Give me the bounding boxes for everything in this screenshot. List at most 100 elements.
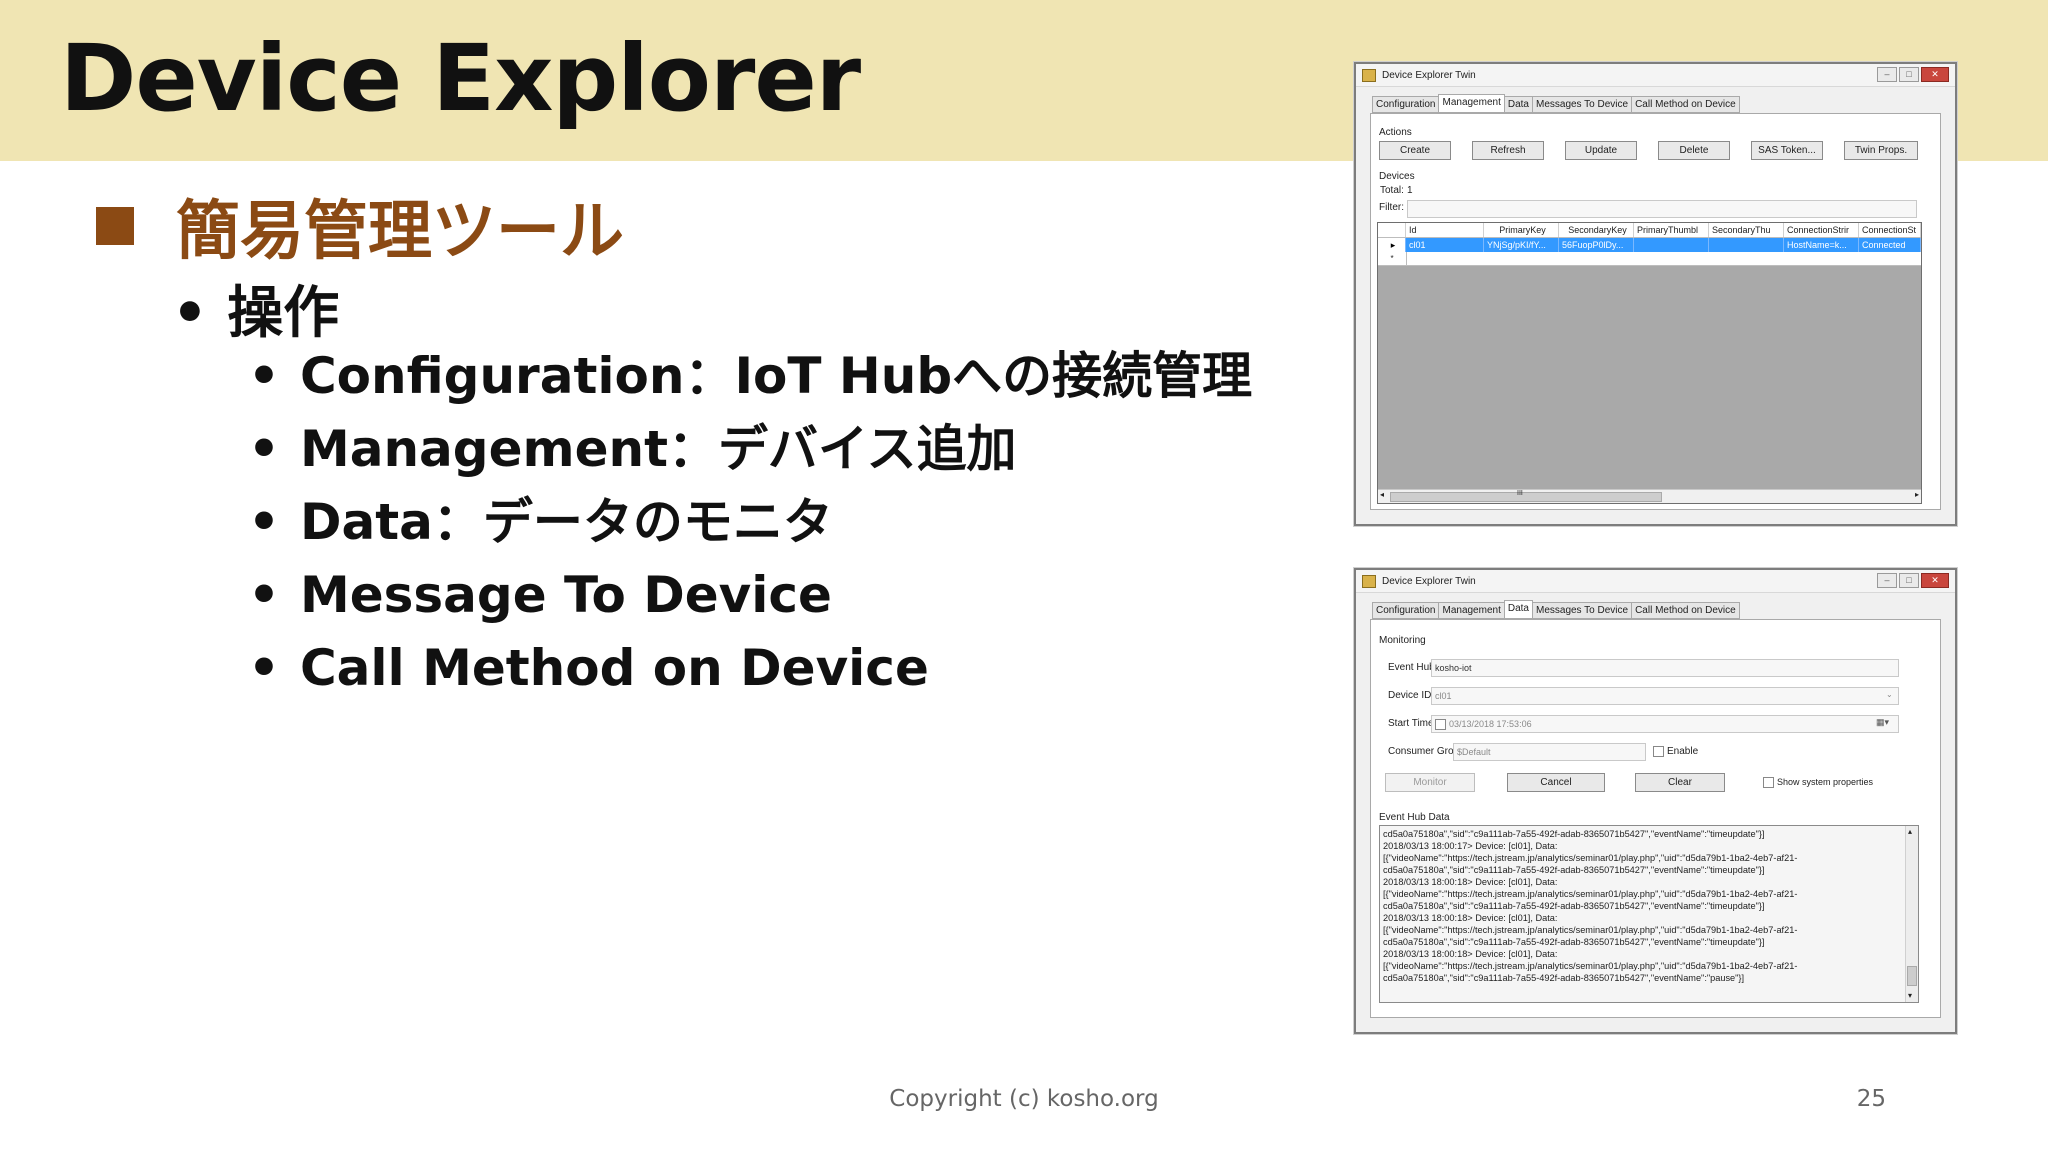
tab-strip: Configuration Management Data Messages T… (1372, 600, 1740, 619)
cell-primarykey[interactable]: YNjSg/pKI/fY... (1484, 238, 1559, 252)
log-line: 2018/03/13 18:00:18> Device: [cl01], Dat… (1383, 877, 1558, 887)
tab-management[interactable]: Management (1438, 94, 1505, 113)
devices-label: Devices (1379, 171, 1415, 182)
tab-messages-to-device[interactable]: Messages To Device (1531, 96, 1633, 113)
close-button[interactable]: ✕ (1921, 573, 1949, 588)
column-header-secondarykey[interactable]: SecondaryKey (1559, 223, 1634, 237)
cell-connectionstring[interactable]: HostName=k... (1784, 238, 1859, 252)
tab-data[interactable]: Data (1503, 96, 1533, 113)
horizontal-scrollbar[interactable]: ◂ III ▸ (1378, 489, 1921, 503)
show-system-checkbox-box[interactable] (1763, 777, 1774, 789)
refresh-button[interactable]: Refresh (1472, 141, 1544, 160)
show-system-properties-checkbox[interactable]: Show system properties (1763, 777, 1873, 789)
total-label: Total: (1380, 185, 1404, 196)
device-explorer-data-window: Device Explorer Twin – □ ✕ Configuration… (1354, 568, 1957, 1034)
column-header-connectionstring[interactable]: ConnectionStrir (1784, 223, 1859, 237)
enable-checkbox-box[interactable] (1653, 746, 1664, 757)
title-bar: Device Explorer Twin – □ ✕ (1356, 570, 1955, 593)
vertical-scrollbar[interactable]: ▴ ▾ (1905, 826, 1918, 1002)
scroll-left-icon[interactable]: ◂ (1380, 490, 1384, 499)
event-hub-data-textbox[interactable]: cd5a0a75180a","sid":"c9a111ab-7a55-492f-… (1379, 825, 1919, 1003)
minimize-button[interactable]: – (1877, 573, 1897, 588)
tab-management[interactable]: Management (1438, 602, 1505, 619)
consumer-group-input[interactable]: $Default (1453, 743, 1646, 761)
monitoring-label: Monitoring (1379, 635, 1426, 646)
log-line: cd5a0a75180a","sid":"c9a111ab-7a55-492f-… (1383, 937, 1765, 947)
chevron-down-icon[interactable]: ⌄ (1886, 690, 1893, 699)
start-time-picker[interactable]: 03/13/2018 17:53:06 (1431, 715, 1899, 733)
log-line: cd5a0a75180a","sid":"c9a111ab-7a55-492f-… (1383, 829, 1765, 839)
row-selector-icon[interactable]: ▸ (1378, 238, 1406, 252)
event-hub-data-label: Event Hub Data (1379, 812, 1450, 823)
app-icon (1362, 68, 1376, 82)
new-row[interactable]: * (1378, 252, 1921, 266)
enable-label: Enable (1667, 746, 1699, 758)
window-title: Device Explorer Twin (1382, 575, 1476, 587)
device-id-select[interactable]: cl01 (1431, 687, 1899, 705)
monitor-button[interactable]: Monitor (1385, 773, 1475, 792)
bullet-item: Call Method on Device (248, 632, 1252, 705)
table-row[interactable]: ▸ cl01 YNjSg/pKI/fY... 56FuopP0lDy... Ho… (1378, 238, 1921, 252)
actions-label: Actions (1379, 127, 1412, 138)
cell-connectionstate[interactable]: Connected (1859, 238, 1921, 252)
tab-data[interactable]: Data (1503, 600, 1533, 619)
total-value: 1 (1407, 185, 1413, 196)
row-header-corner (1378, 223, 1406, 237)
heading-text: 簡易管理ツール (176, 195, 624, 269)
log-line: [{"videoName":"https://tech.jstream.jp/a… (1383, 925, 1798, 935)
tab-messages-to-device[interactable]: Messages To Device (1531, 602, 1633, 619)
bullet-item: Configuration：IoT Hubへの接続管理 (248, 340, 1252, 413)
tab-configuration[interactable]: Configuration (1372, 602, 1440, 619)
twin-props-button[interactable]: Twin Props. (1844, 141, 1918, 160)
start-time-checkbox[interactable] (1435, 719, 1446, 731)
scroll-down-icon[interactable]: ▾ (1908, 990, 1912, 1002)
log-line: 2018/03/13 18:00:18> Device: [cl01], Dat… (1383, 913, 1558, 923)
device-id-label: Device ID: (1388, 690, 1435, 701)
cell-secondarythumb[interactable] (1709, 238, 1784, 252)
grid-header: Id PrimaryKey SecondaryKey PrimaryThumbl… (1378, 223, 1921, 238)
tab-call-method[interactable]: Call Method on Device (1631, 602, 1740, 619)
data-panel: Monitoring Event Hub: kosho-iot Device I… (1370, 619, 1941, 1018)
column-header-primarykey[interactable]: PrimaryKey (1484, 223, 1559, 237)
filter-label: Filter: (1379, 202, 1404, 213)
scroll-up-icon[interactable]: ▴ (1908, 826, 1912, 838)
start-time-value: 03/13/2018 17:53:06 (1449, 719, 1532, 729)
device-explorer-management-window: Device Explorer Twin – □ ✕ Configuration… (1354, 62, 1957, 526)
maximize-button[interactable]: □ (1899, 573, 1919, 588)
enable-checkbox[interactable]: Enable (1653, 746, 1698, 757)
slide-title: Device Explorer (60, 25, 861, 132)
event-hub-input[interactable]: kosho-iot (1431, 659, 1899, 677)
window-title: Device Explorer Twin (1382, 69, 1476, 81)
log-line: [{"videoName":"https://tech.jstream.jp/a… (1383, 889, 1798, 899)
maximize-button[interactable]: □ (1899, 67, 1919, 82)
title-bar: Device Explorer Twin – □ ✕ (1356, 64, 1955, 87)
cell-id[interactable]: cl01 (1406, 238, 1484, 252)
delete-button[interactable]: Delete (1658, 141, 1730, 160)
tab-configuration[interactable]: Configuration (1372, 96, 1440, 113)
bullet-item: Message To Device (248, 559, 1252, 632)
cell-primarythumb[interactable] (1634, 238, 1709, 252)
column-header-id[interactable]: Id (1406, 223, 1484, 237)
column-header-secondarythumb[interactable]: SecondaryThu (1709, 223, 1784, 237)
minimize-button[interactable]: – (1877, 67, 1897, 82)
devices-grid[interactable]: Id PrimaryKey SecondaryKey PrimaryThumbl… (1377, 222, 1922, 504)
scroll-right-icon[interactable]: ▸ (1915, 490, 1919, 499)
update-button[interactable]: Update (1565, 141, 1637, 160)
close-button[interactable]: ✕ (1921, 67, 1949, 82)
log-line: 2018/03/13 18:00:17> Device: [cl01], Dat… (1383, 841, 1558, 851)
clear-button[interactable]: Clear (1635, 773, 1725, 792)
tab-strip: Configuration Management Data Messages T… (1372, 94, 1740, 113)
column-header-primarythumb[interactable]: PrimaryThumbl (1634, 223, 1709, 237)
scroll-thumb[interactable]: III (1390, 490, 1662, 502)
log-line: 2018/03/13 18:00:18> Device: [cl01], Dat… (1383, 949, 1558, 959)
bullet-item: Data：データのモニタ (248, 486, 1252, 559)
filter-input[interactable] (1407, 200, 1917, 218)
cancel-button[interactable]: Cancel (1507, 773, 1605, 792)
scroll-thumb[interactable] (1907, 966, 1917, 986)
cell-secondarykey[interactable]: 56FuopP0lDy... (1559, 238, 1634, 252)
column-header-connectionstate[interactable]: ConnectionSt (1859, 223, 1921, 237)
tab-call-method[interactable]: Call Method on Device (1631, 96, 1740, 113)
calendar-dropdown-icon[interactable]: ▦▾ (1876, 717, 1889, 728)
sas-token-button[interactable]: SAS Token... (1751, 141, 1823, 160)
create-button[interactable]: Create (1379, 141, 1451, 160)
